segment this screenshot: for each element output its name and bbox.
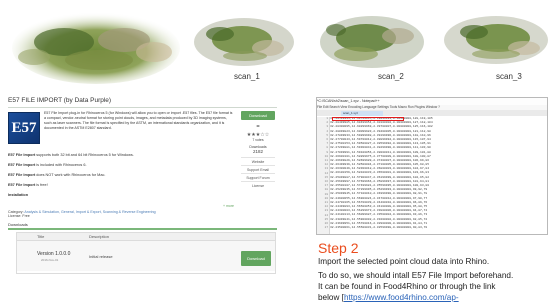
version-date: 2016-Nov-01 [41, 258, 59, 262]
point-cloud-image [444, 16, 548, 64]
line-number: 18 [324, 188, 328, 192]
feature-line: E57 File Import supports both 32 bit and… [8, 153, 134, 157]
line-number: 7 [326, 142, 328, 146]
feature-line: E57 File Import is free! [8, 183, 48, 187]
line-number: 16 [324, 180, 328, 183]
file-tab[interactable]: scan_1.xyz [341, 111, 383, 116]
line-number: 24 [324, 213, 328, 217]
point-cloud-overview [4, 2, 184, 88]
file-line[interactable]: 32.23500061,14.55500031,2.32599998,0.000… [330, 226, 547, 230]
step-line: below [https://www.food4rhino.com/ap- [318, 293, 459, 302]
category-row: Category: Analysis & Simulation, General… [8, 210, 238, 218]
line-number: 11 [324, 159, 328, 162]
downloads-table: Title Description Version 1.0.0.0 2016-N… [16, 232, 276, 274]
point-cloud-scan-1: scan_1 [190, 8, 296, 90]
line-number: 25 [324, 217, 328, 221]
step-line: To do so, we should intall E57 File Impo… [318, 271, 514, 280]
point-cloud-image [194, 18, 294, 66]
point-cloud-scan-2: scan_2 [316, 8, 426, 90]
column-description: Description [89, 234, 110, 239]
plugin-description: E57 File Import plug-in for Rhinoceros 5… [44, 111, 233, 130]
point-cloud-image [320, 16, 424, 68]
feature-line: E57 File Import does NOT work with Rhino… [8, 173, 106, 177]
feature-line: E57 File Import is included with Rhinoce… [8, 163, 87, 167]
highlight-box [332, 117, 404, 122]
line-number: 23 [324, 209, 328, 213]
step-line: Import the selected point cloud data int… [318, 257, 490, 266]
line-number: 2 [326, 121, 328, 125]
line-number: 20 [324, 196, 328, 200]
line-number: 3 [326, 125, 328, 129]
notepad-title: *C:\SCAN\sh2\scan_1.xyz - Notepad++ [317, 98, 547, 105]
line-number-gutter: 1 2 3 4 5 6 7 8 9 10 11 12 13 14 15 16 17 18 19 20 21 22 23 24 2… [317, 117, 330, 234]
support-email-link[interactable]: Support Email [241, 165, 275, 173]
line-number: 17 [324, 184, 328, 188]
category-value[interactable]: Analysis & Simulation, General, Import &… [24, 210, 155, 214]
line-number: 8 [326, 146, 328, 150]
line-number: 27 [324, 226, 328, 230]
line-number: 15 [324, 175, 328, 179]
license-label: License: [8, 214, 22, 218]
release-note: Initial release [89, 254, 113, 259]
column-title: Title [37, 234, 45, 239]
line-number: 26 [324, 222, 328, 225]
license-value: Free [22, 214, 30, 218]
step-body: Import the selected point cloud data int… [318, 256, 554, 303]
line-number: 13 [324, 167, 328, 171]
website-link[interactable]: Website [241, 157, 275, 165]
scan-label: scan_1 [234, 72, 260, 81]
plugin-sidebar: Download ⚭ ★★★☆☆ 7 votes Downloads 2182 … [241, 111, 275, 189]
file-content[interactable]: 32.28599994,14.60700035,2.39899993,0.000… [330, 117, 547, 230]
table-header: Title Description [17, 233, 275, 241]
line-number: 6 [326, 138, 328, 141]
download-button[interactable]: Download [241, 111, 275, 120]
support-forum-link[interactable]: Support Forum [241, 173, 275, 181]
divider [8, 107, 277, 108]
line-number: 14 [324, 171, 328, 175]
line-number: 21 [324, 201, 328, 204]
line-number: 5 [326, 133, 328, 137]
table-row: Version 1.0.0.0 2016-Nov-01 Initial rele… [17, 241, 275, 271]
downloads-heading: Downloads [8, 222, 28, 227]
point-cloud-scan-3: scan_3 [438, 8, 550, 90]
scan-label: scan_3 [496, 72, 522, 81]
plugin-title: E57 FILE IMPORT (by Data Purple) [8, 97, 112, 104]
line-number: 1 [326, 117, 328, 120]
notepad-window: *C:\SCAN\sh2\scan_1.xyz - Notepad++ File… [316, 97, 548, 235]
license-link[interactable]: License [241, 181, 275, 189]
line-number: 12 [324, 163, 328, 167]
scan-label: scan_2 [378, 72, 404, 81]
food4rhino-link[interactable]: https://www.food4rhino.com/ap- [344, 293, 459, 302]
step-title: Step 2 [318, 240, 359, 256]
plugin-page: E57 FILE IMPORT (by Data Purple) E57 E57… [8, 97, 277, 277]
download-version-button[interactable]: Download [241, 251, 271, 266]
share-icon[interactable]: ⚭ [241, 123, 275, 130]
line-number: 22 [324, 205, 328, 209]
downloads-count: 2182 [252, 149, 263, 154]
point-cloud-image [12, 12, 180, 84]
more-link[interactable]: + more [223, 204, 234, 208]
line-number: 19 [324, 192, 328, 196]
divider [8, 228, 277, 230]
installation-heading: Installation [8, 193, 29, 197]
e57-logo: E57 [8, 112, 40, 144]
version-label: Version 1.0.0.0 [37, 251, 71, 257]
vote-count: 7 votes [252, 138, 264, 142]
line-number: 4 [326, 129, 328, 133]
line-number: 10 [324, 154, 328, 158]
line-number: 9 [326, 150, 328, 154]
